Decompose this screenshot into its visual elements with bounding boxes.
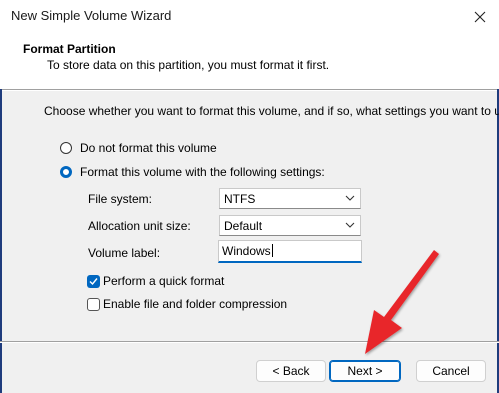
radio-button-selected[interactable] [60, 166, 72, 178]
chevron-down-icon [345, 195, 355, 201]
cancel-button[interactable]: Cancel [416, 360, 486, 382]
radio-button[interactable] [60, 142, 72, 154]
header-divider-highlight [0, 90, 499, 91]
radio-label: Format this volume with the following se… [80, 165, 325, 179]
volume-label-text: Windows [222, 244, 271, 258]
page-title: Format Partition [23, 42, 116, 56]
chevron-down-icon [345, 222, 355, 228]
allocation-unit-select[interactable]: Default [219, 215, 361, 236]
checkbox-label: Enable file and folder compression [103, 297, 288, 311]
window-title: New Simple Volume Wizard [11, 8, 172, 23]
text-caret [271, 244, 273, 257]
volume-label-input[interactable]: Windows [218, 240, 362, 263]
radio-format-volume[interactable]: Format this volume with the following se… [60, 165, 325, 181]
radio-do-not-format[interactable]: Do not format this volume [60, 141, 300, 157]
file-system-value: NTFS [224, 192, 256, 206]
radio-label: Do not format this volume [80, 141, 217, 155]
allocation-unit-label: Allocation unit size: [88, 219, 191, 233]
compression-checkbox[interactable]: Enable file and folder compression [87, 297, 307, 313]
checkbox-label: Perform a quick format [103, 274, 225, 288]
checkmark-icon [89, 278, 98, 286]
volume-label-label: Volume label: [88, 246, 161, 260]
instruction-text: Choose whether you want to format this v… [44, 104, 499, 118]
annotation-arrow-icon [365, 250, 439, 354]
close-icon [474, 11, 486, 22]
file-system-label: File system: [88, 192, 153, 206]
checkbox-unchecked[interactable] [87, 298, 100, 311]
back-button[interactable]: < Back [256, 360, 326, 382]
volume-label-value: Windows [222, 244, 273, 258]
page-subtitle: To store data on this partition, you mus… [47, 58, 330, 72]
file-system-select[interactable]: NTFS [219, 188, 361, 209]
quick-format-checkbox[interactable]: Perform a quick format [87, 274, 247, 290]
close-button[interactable] [461, 0, 499, 33]
window-edge-left [0, 89, 2, 393]
next-button[interactable]: Next > [329, 360, 401, 382]
checkbox-checked[interactable] [87, 275, 100, 288]
allocation-unit-value: Default [224, 219, 263, 233]
